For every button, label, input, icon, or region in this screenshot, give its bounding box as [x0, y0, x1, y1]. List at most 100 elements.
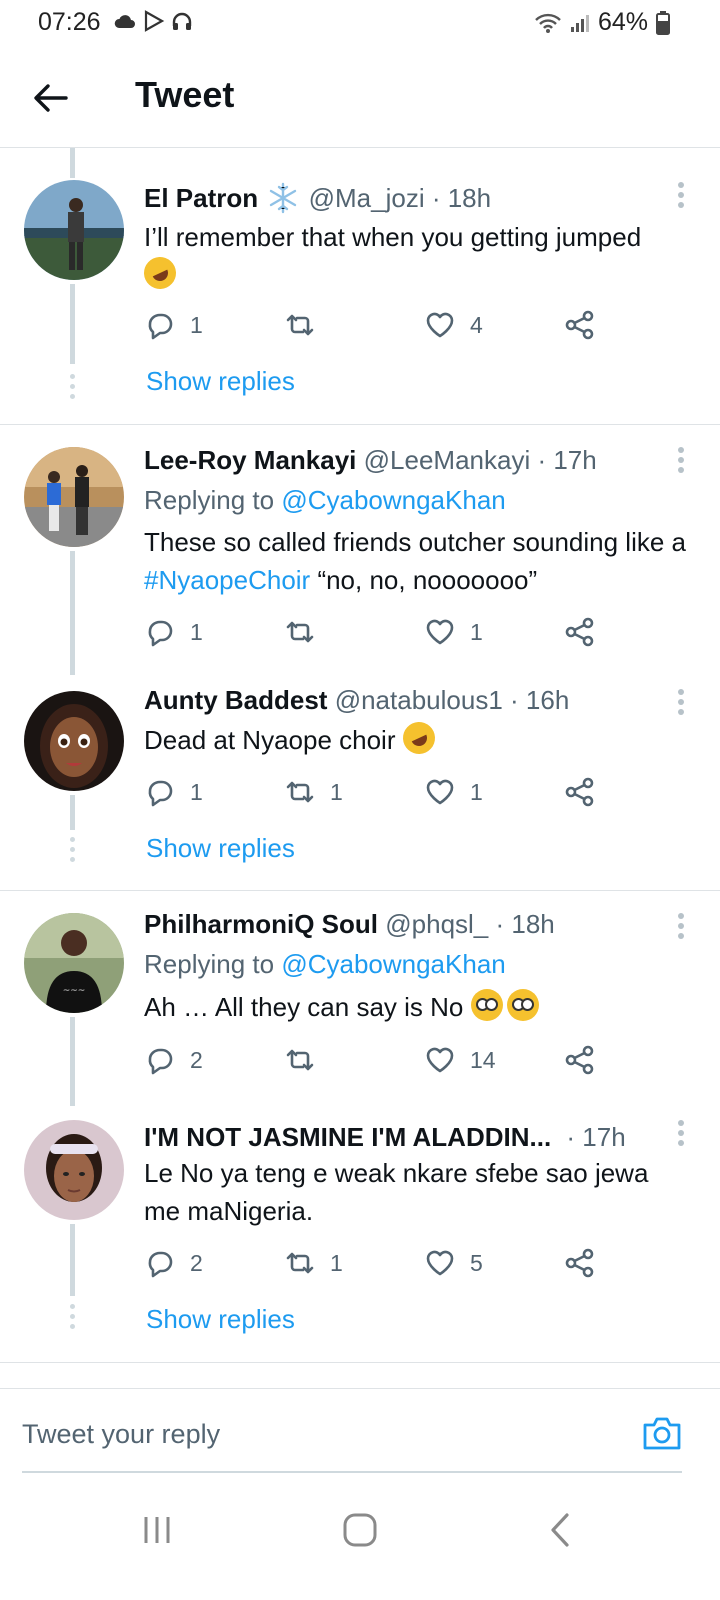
page-title: Tweet: [135, 74, 235, 115]
camera-icon[interactable]: [642, 1415, 682, 1451]
tweet[interactable]: Lee-Roy Mankayi @LeeMankayi · 17h Replyi…: [0, 425, 720, 675]
tweet[interactable]: El Patron @Ma_jozi · 18h I’ll remember t…: [0, 148, 720, 424]
thread-line: [70, 284, 75, 364]
reply-button[interactable]: 1: [144, 308, 203, 342]
avatar[interactable]: [24, 1120, 124, 1220]
more-icon[interactable]: [676, 913, 686, 943]
tweet-actions: 1 1 1: [144, 775, 604, 809]
tweet-time[interactable]: · 18h: [432, 183, 491, 213]
tweet-text: These so called friends outcher sounding…: [144, 523, 694, 599]
rofl-emoji-icon: [397, 716, 440, 760]
tweet-actions: 1 4: [144, 308, 604, 342]
nav-back-icon[interactable]: [537, 1505, 587, 1555]
cloud-icon: [114, 15, 135, 28]
tweet-time[interactable]: · 17h: [566, 1122, 625, 1152]
reply-icon: [148, 313, 173, 340]
more-icon[interactable]: [676, 447, 686, 477]
thread-dots: [70, 837, 75, 867]
back-arrow-icon[interactable]: [30, 78, 70, 118]
app-bar: Tweet: [0, 48, 720, 148]
thread-line: [70, 1224, 75, 1296]
display-name[interactable]: Aunty Baddest: [144, 685, 327, 715]
tweet-text-content: “no, no, nooooooo”: [310, 565, 538, 595]
retweet-button[interactable]: 1: [284, 775, 343, 809]
more-icon[interactable]: [676, 1120, 686, 1150]
like-button[interactable]: 1: [424, 775, 483, 809]
more-icon[interactable]: [676, 689, 686, 719]
status-system-icons: 64%: [534, 8, 670, 37]
avatar[interactable]: [24, 180, 124, 280]
divider: [0, 1362, 720, 1363]
user-handle[interactable]: @LeeMankayi: [364, 445, 531, 475]
reply-count: 1: [190, 618, 203, 645]
rofl-emoji-icon: [138, 251, 182, 295]
retweet-button[interactable]: 1: [284, 1246, 343, 1280]
share-button[interactable]: [564, 1246, 596, 1280]
replying-to-handle[interactable]: @CyabowngaKhan: [281, 949, 505, 979]
user-handle[interactable]: @phqsl_: [385, 909, 488, 939]
share-icon: [565, 617, 594, 647]
like-icon: [426, 779, 454, 805]
tweet-time[interactable]: · 18h: [496, 909, 555, 939]
avatar[interactable]: [24, 691, 124, 791]
display-name[interactable]: I'M NOT JASMINE I'M ALADDIN...: [144, 1122, 551, 1152]
retweet-button[interactable]: [284, 308, 330, 342]
tweet-time[interactable]: · 17h: [537, 445, 596, 475]
tweet-actions: 2 1 5: [144, 1246, 604, 1280]
show-replies-link[interactable]: Show replies: [146, 833, 295, 864]
tweet[interactable]: I'M NOT JASMINE I'M ALADDIN... · 17h Le …: [0, 1106, 720, 1362]
reply-icon: [148, 1048, 173, 1075]
like-button[interactable]: 14: [424, 1043, 496, 1077]
reply-button[interactable]: 2: [144, 1043, 203, 1077]
share-button[interactable]: [564, 1043, 596, 1077]
home-icon[interactable]: [335, 1505, 385, 1555]
more-icon[interactable]: [676, 182, 686, 212]
share-button[interactable]: [564, 615, 596, 649]
status-notification-icons: [113, 10, 193, 32]
like-count: 4: [470, 311, 483, 338]
share-icon: [565, 310, 594, 340]
thread-line: [70, 795, 75, 830]
replying-to-handle[interactable]: @CyabowngaKhan: [281, 485, 505, 515]
reply-button[interactable]: 1: [144, 775, 203, 809]
display-name[interactable]: El Patron: [144, 183, 258, 213]
retweet-button[interactable]: [284, 615, 330, 649]
like-button[interactable]: 4: [424, 308, 483, 342]
tweet[interactable]: Aunty Baddest @natabulous1 · 16h Dead at…: [0, 675, 720, 890]
share-button[interactable]: [564, 775, 596, 809]
retweet-button[interactable]: [284, 1043, 330, 1077]
show-replies-link[interactable]: Show replies: [146, 1304, 295, 1335]
reply-input[interactable]: Tweet your reply: [22, 1419, 220, 1450]
recents-icon[interactable]: [132, 1505, 182, 1555]
avatar[interactable]: ~~~: [24, 913, 124, 1013]
reply-button[interactable]: 1: [144, 615, 203, 649]
like-button[interactable]: 5: [424, 1246, 483, 1280]
composer-underline: [22, 1471, 682, 1473]
user-handle[interactable]: @Ma_jozi: [309, 183, 425, 213]
hashtag-link[interactable]: #NyaopeChoir: [144, 565, 310, 595]
play-store-icon: [144, 10, 165, 32]
avatar[interactable]: [24, 447, 124, 547]
reply-icon: [148, 780, 173, 807]
tweet-text-content: These so called friends outcher sounding…: [144, 527, 686, 557]
tweet-header: Aunty Baddest @natabulous1 · 16h: [144, 685, 569, 716]
display-name[interactable]: Lee-Roy Mankayi: [144, 445, 356, 475]
display-name[interactable]: PhilharmoniQ Soul: [144, 909, 378, 939]
user-handle[interactable]: @natabulous1: [335, 685, 503, 715]
tweet-header: PhilharmoniQ Soul @phqsl_ · 18h: [144, 909, 555, 940]
reply-button[interactable]: 2: [144, 1246, 203, 1280]
replying-prefix: Replying to: [144, 949, 275, 979]
tweet-text-content: I’ll remember that when you getting jump…: [144, 222, 642, 252]
system-nav-bar: [0, 1480, 720, 1600]
like-count: 14: [470, 1046, 496, 1073]
share-icon: [565, 1045, 594, 1075]
share-button[interactable]: [564, 308, 596, 342]
show-replies-link[interactable]: Show replies: [146, 366, 295, 397]
wifi-icon: [535, 13, 561, 33]
retweet-icon: [286, 621, 314, 643]
tweet[interactable]: ~~~ PhilharmoniQ Soul @phqsl_ · 18h Repl…: [0, 891, 720, 1106]
reply-icon: [148, 1251, 173, 1278]
svg-text:~~~: ~~~: [63, 986, 86, 996]
like-button[interactable]: 1: [424, 615, 483, 649]
tweet-time[interactable]: · 16h: [510, 685, 569, 715]
